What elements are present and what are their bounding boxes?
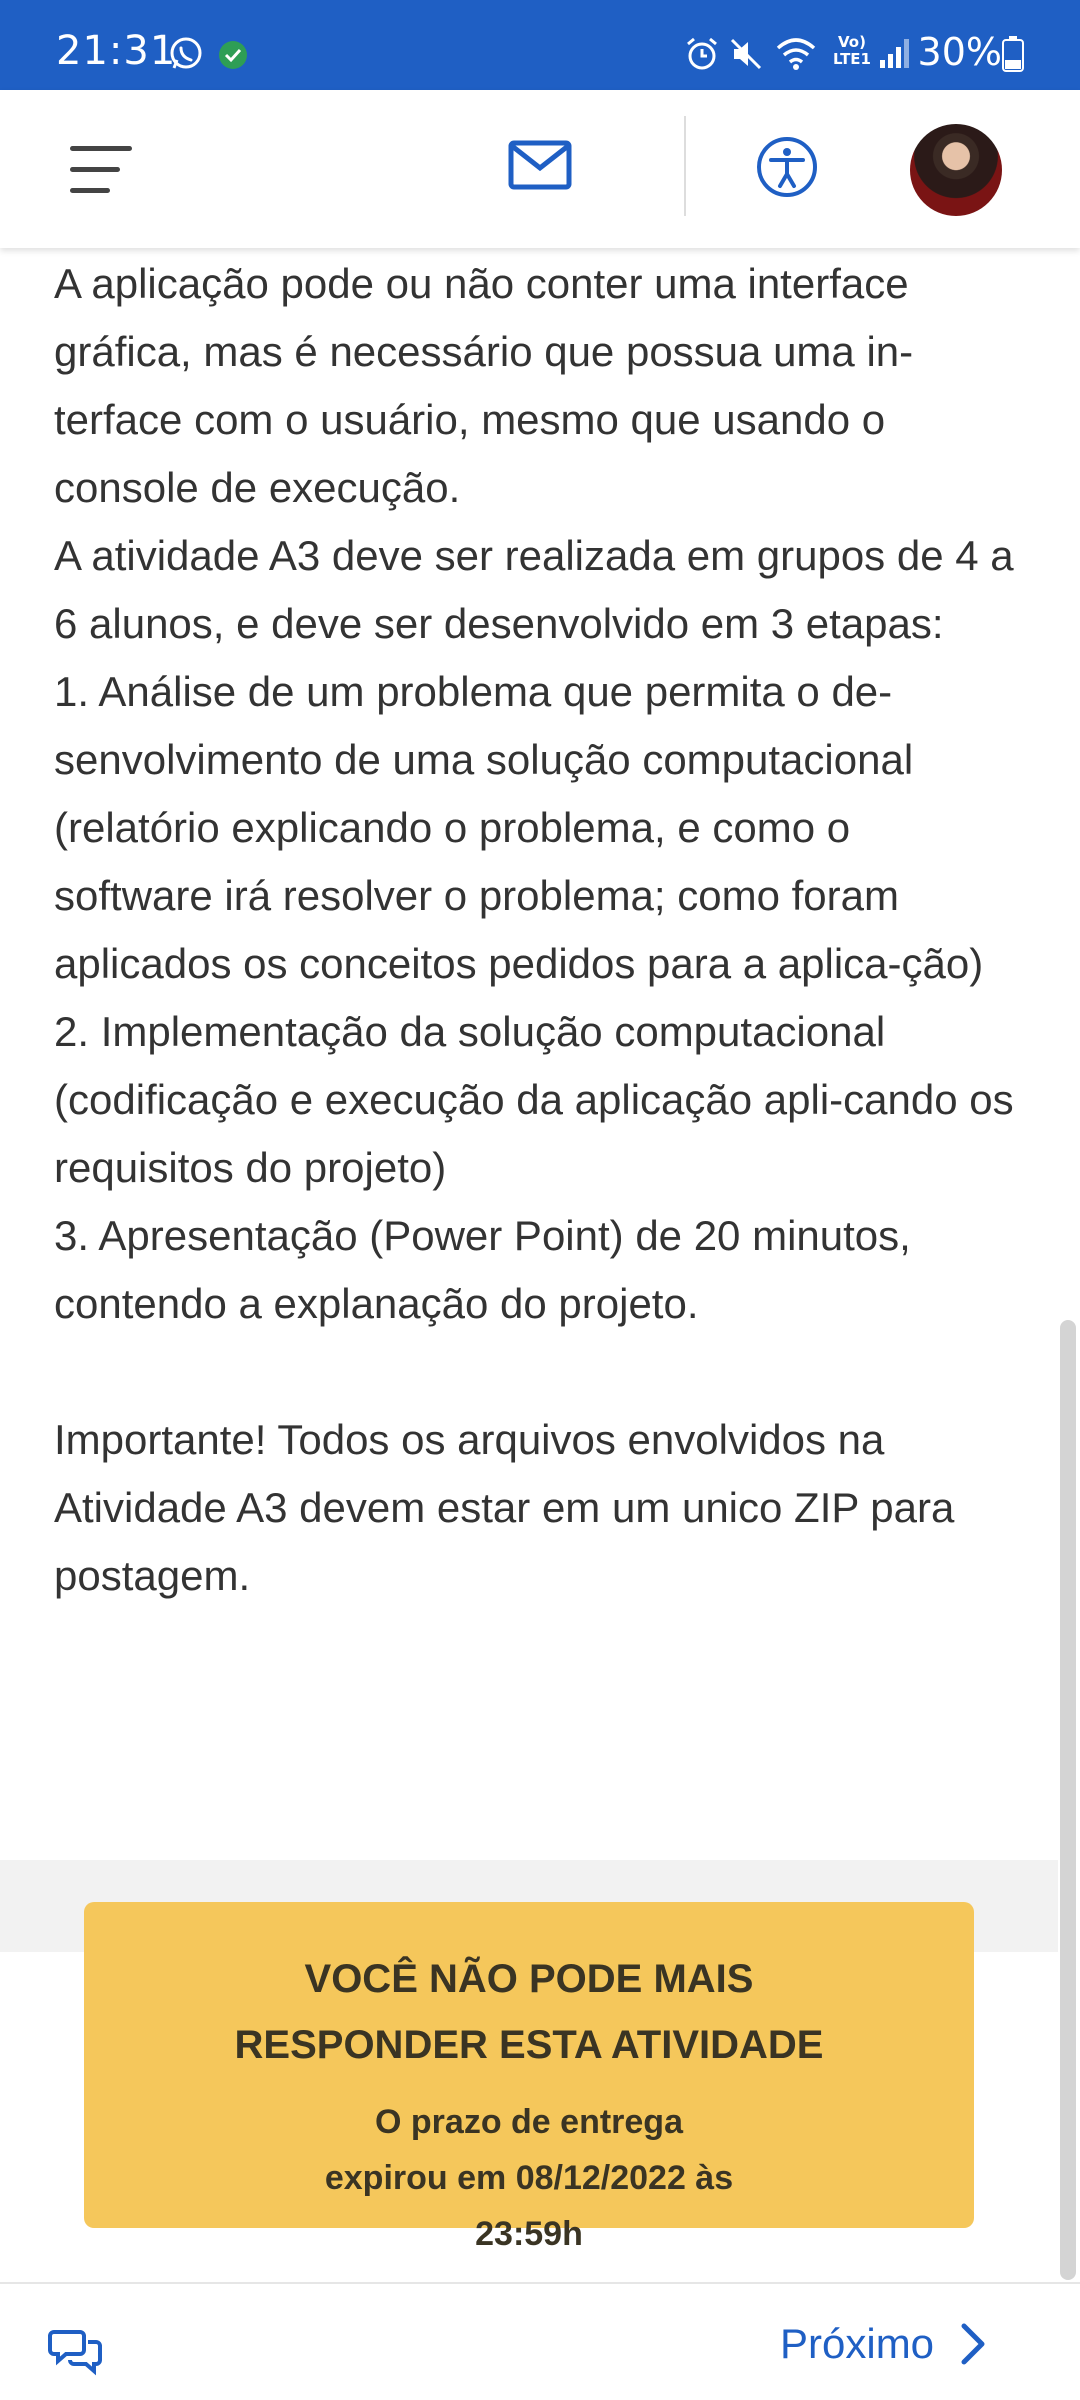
menu-icon[interactable]: [70, 146, 136, 194]
mail-icon[interactable]: [508, 140, 572, 190]
signal-icon: [880, 39, 909, 68]
appbar-divider: [684, 116, 686, 216]
scrollbar[interactable]: [1060, 1320, 1076, 2280]
next-button[interactable]: Próximo: [780, 2314, 986, 2374]
mute-icon: [730, 38, 762, 70]
accessibility-icon[interactable]: [756, 136, 818, 198]
activity-description: A aplicação pode ou não conter uma inter…: [54, 250, 1014, 1610]
avatar[interactable]: [910, 124, 1002, 216]
whatsapp-icon: [170, 37, 202, 69]
status-bar: 21:31 Vo) LTE1 30%: [0, 0, 1080, 90]
paragraph-step-2: 2. Implementação da solução computaciona…: [54, 1008, 1014, 1191]
deadline-warning-card: VOCÊ NÃO PODE MAIS RESPONDER ESTA ATIVID…: [84, 1902, 974, 2253]
app-bar: [0, 90, 1080, 248]
warning-title: VOCÊ NÃO PODE MAIS RESPONDER ESTA ATIVID…: [234, 1957, 824, 2067]
paragraph-interface: A aplicação pode ou não conter uma inter…: [54, 260, 914, 511]
bottom-bar: Próximo: [0, 2282, 1080, 2400]
paragraph-step-3: 3. Apresentação (Power Point) de 20 minu…: [54, 1212, 911, 1327]
next-label: Próximo: [780, 2320, 935, 2367]
verified-icon: [219, 41, 247, 69]
battery-percent: 30%: [917, 30, 1002, 74]
volte-icon: Vo) LTE1: [833, 33, 871, 68]
warning-subtitle: O prazo de entrega expirou em 08/12/2022…: [324, 2103, 734, 2253]
wifi-icon: [776, 38, 816, 70]
status-time: 21:31: [56, 28, 177, 74]
chevron-right-icon: [961, 2323, 985, 2365]
battery-icon: [1002, 36, 1024, 72]
chat-icon[interactable]: [48, 2326, 104, 2376]
paragraph-groups: A atividade A3 deve ser realizada em gru…: [54, 532, 1014, 647]
alarm-icon: [687, 37, 717, 70]
paragraph-step-1: 1. Análise de um problema que permita o …: [54, 668, 984, 987]
paragraph-important: Importante! Todos os arquivos envolvidos…: [54, 1416, 955, 1599]
